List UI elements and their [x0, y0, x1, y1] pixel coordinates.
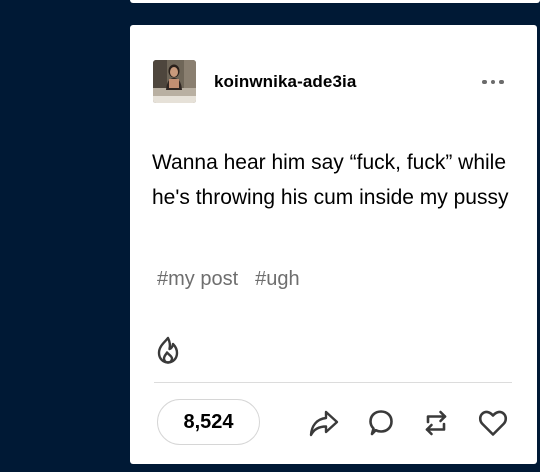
more-options-icon-dot — [499, 79, 504, 85]
notes-count-button[interactable]: 8,524 — [157, 399, 260, 445]
reply-icon — [369, 410, 393, 436]
more-options-button[interactable] — [476, 70, 510, 94]
more-options-icon — [482, 79, 487, 85]
flame-icon[interactable] — [154, 335, 182, 365]
reblog-button[interactable] — [418, 405, 454, 441]
heart-icon — [478, 410, 508, 436]
more-options-icon-dot — [490, 79, 496, 85]
avatar[interactable] — [153, 60, 196, 103]
reblog-icon — [425, 410, 447, 436]
tag-my-post[interactable]: #my post — [157, 268, 238, 291]
avatar-image — [153, 60, 196, 103]
share-button[interactable] — [306, 405, 342, 441]
footer-divider — [154, 382, 512, 383]
like-button[interactable] — [475, 405, 511, 441]
tag-list: #my post #ugh — [157, 268, 300, 291]
post-card: koinwnika-ade3ia Wanna hear him say “fuc… — [130, 25, 537, 464]
tag-ugh[interactable]: #ugh — [255, 268, 300, 291]
notes-count: 8,524 — [183, 410, 234, 433]
username[interactable]: koinwnika-ade3ia — [214, 72, 356, 92]
share-icon — [309, 410, 339, 437]
post-text: Wanna hear him say “fuck, fuck” while he… — [152, 151, 509, 209]
previous-post-card — [130, 0, 540, 3]
reply-button[interactable] — [362, 405, 398, 441]
